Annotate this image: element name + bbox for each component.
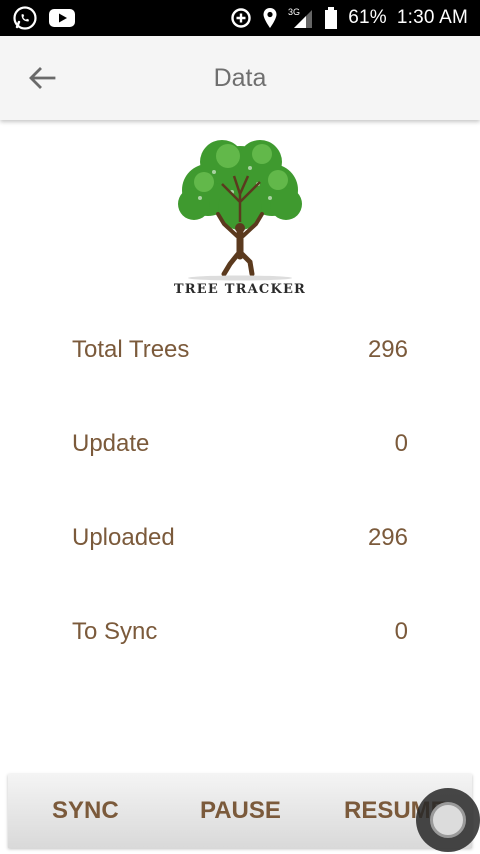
stat-row-to-sync: To Sync 0: [72, 616, 408, 648]
clock: 1:30 AM: [396, 7, 468, 28]
signal-3g-icon: 3G: [288, 6, 314, 30]
status-bar-left: [12, 5, 76, 31]
stat-label: Uploaded: [72, 524, 175, 551]
sync-button[interactable]: SYNC: [52, 774, 119, 848]
status-bar-right: 3G 61% 1:30 AM: [230, 6, 468, 30]
youtube-icon: [48, 7, 76, 29]
action-button-bar: SYNC PAUSE RESUME: [8, 774, 472, 848]
stat-row-uploaded: Uploaded 296: [72, 522, 408, 554]
stat-label: Total Trees: [72, 336, 190, 363]
page-title: Data: [213, 63, 267, 92]
stat-label: Update: [72, 430, 150, 457]
whatsapp-icon: [12, 5, 38, 31]
battery-percent: 61%: [348, 7, 387, 28]
stat-value: 296: [367, 524, 408, 551]
pause-button[interactable]: PAUSE: [200, 774, 281, 848]
network-type-label: 3G: [288, 7, 300, 17]
back-button[interactable]: [22, 60, 62, 96]
screen: 3G 61% 1:30 AM Data TREE TRACKER Total T…: [0, 0, 480, 854]
battery-icon: [324, 6, 338, 30]
location-icon: [262, 7, 278, 29]
stat-label: To Sync: [72, 618, 158, 645]
status-bar: 3G 61% 1:30 AM: [0, 0, 480, 36]
app-bar: Data: [0, 36, 480, 120]
stat-value: 0: [394, 618, 408, 645]
logo-caption: TREE TRACKER: [173, 282, 307, 297]
data-saver-icon: [230, 7, 252, 29]
tree-tracker-logo: [170, 132, 310, 298]
arrow-left-icon: [29, 67, 56, 89]
stat-row-total-trees: Total Trees 296: [72, 334, 408, 366]
stat-value: 0: [394, 430, 408, 457]
assistive-touch-icon: [430, 802, 466, 838]
assistive-touch-button[interactable]: [416, 788, 480, 852]
stat-row-update: Update 0: [72, 428, 408, 460]
stat-value: 296: [367, 336, 408, 363]
